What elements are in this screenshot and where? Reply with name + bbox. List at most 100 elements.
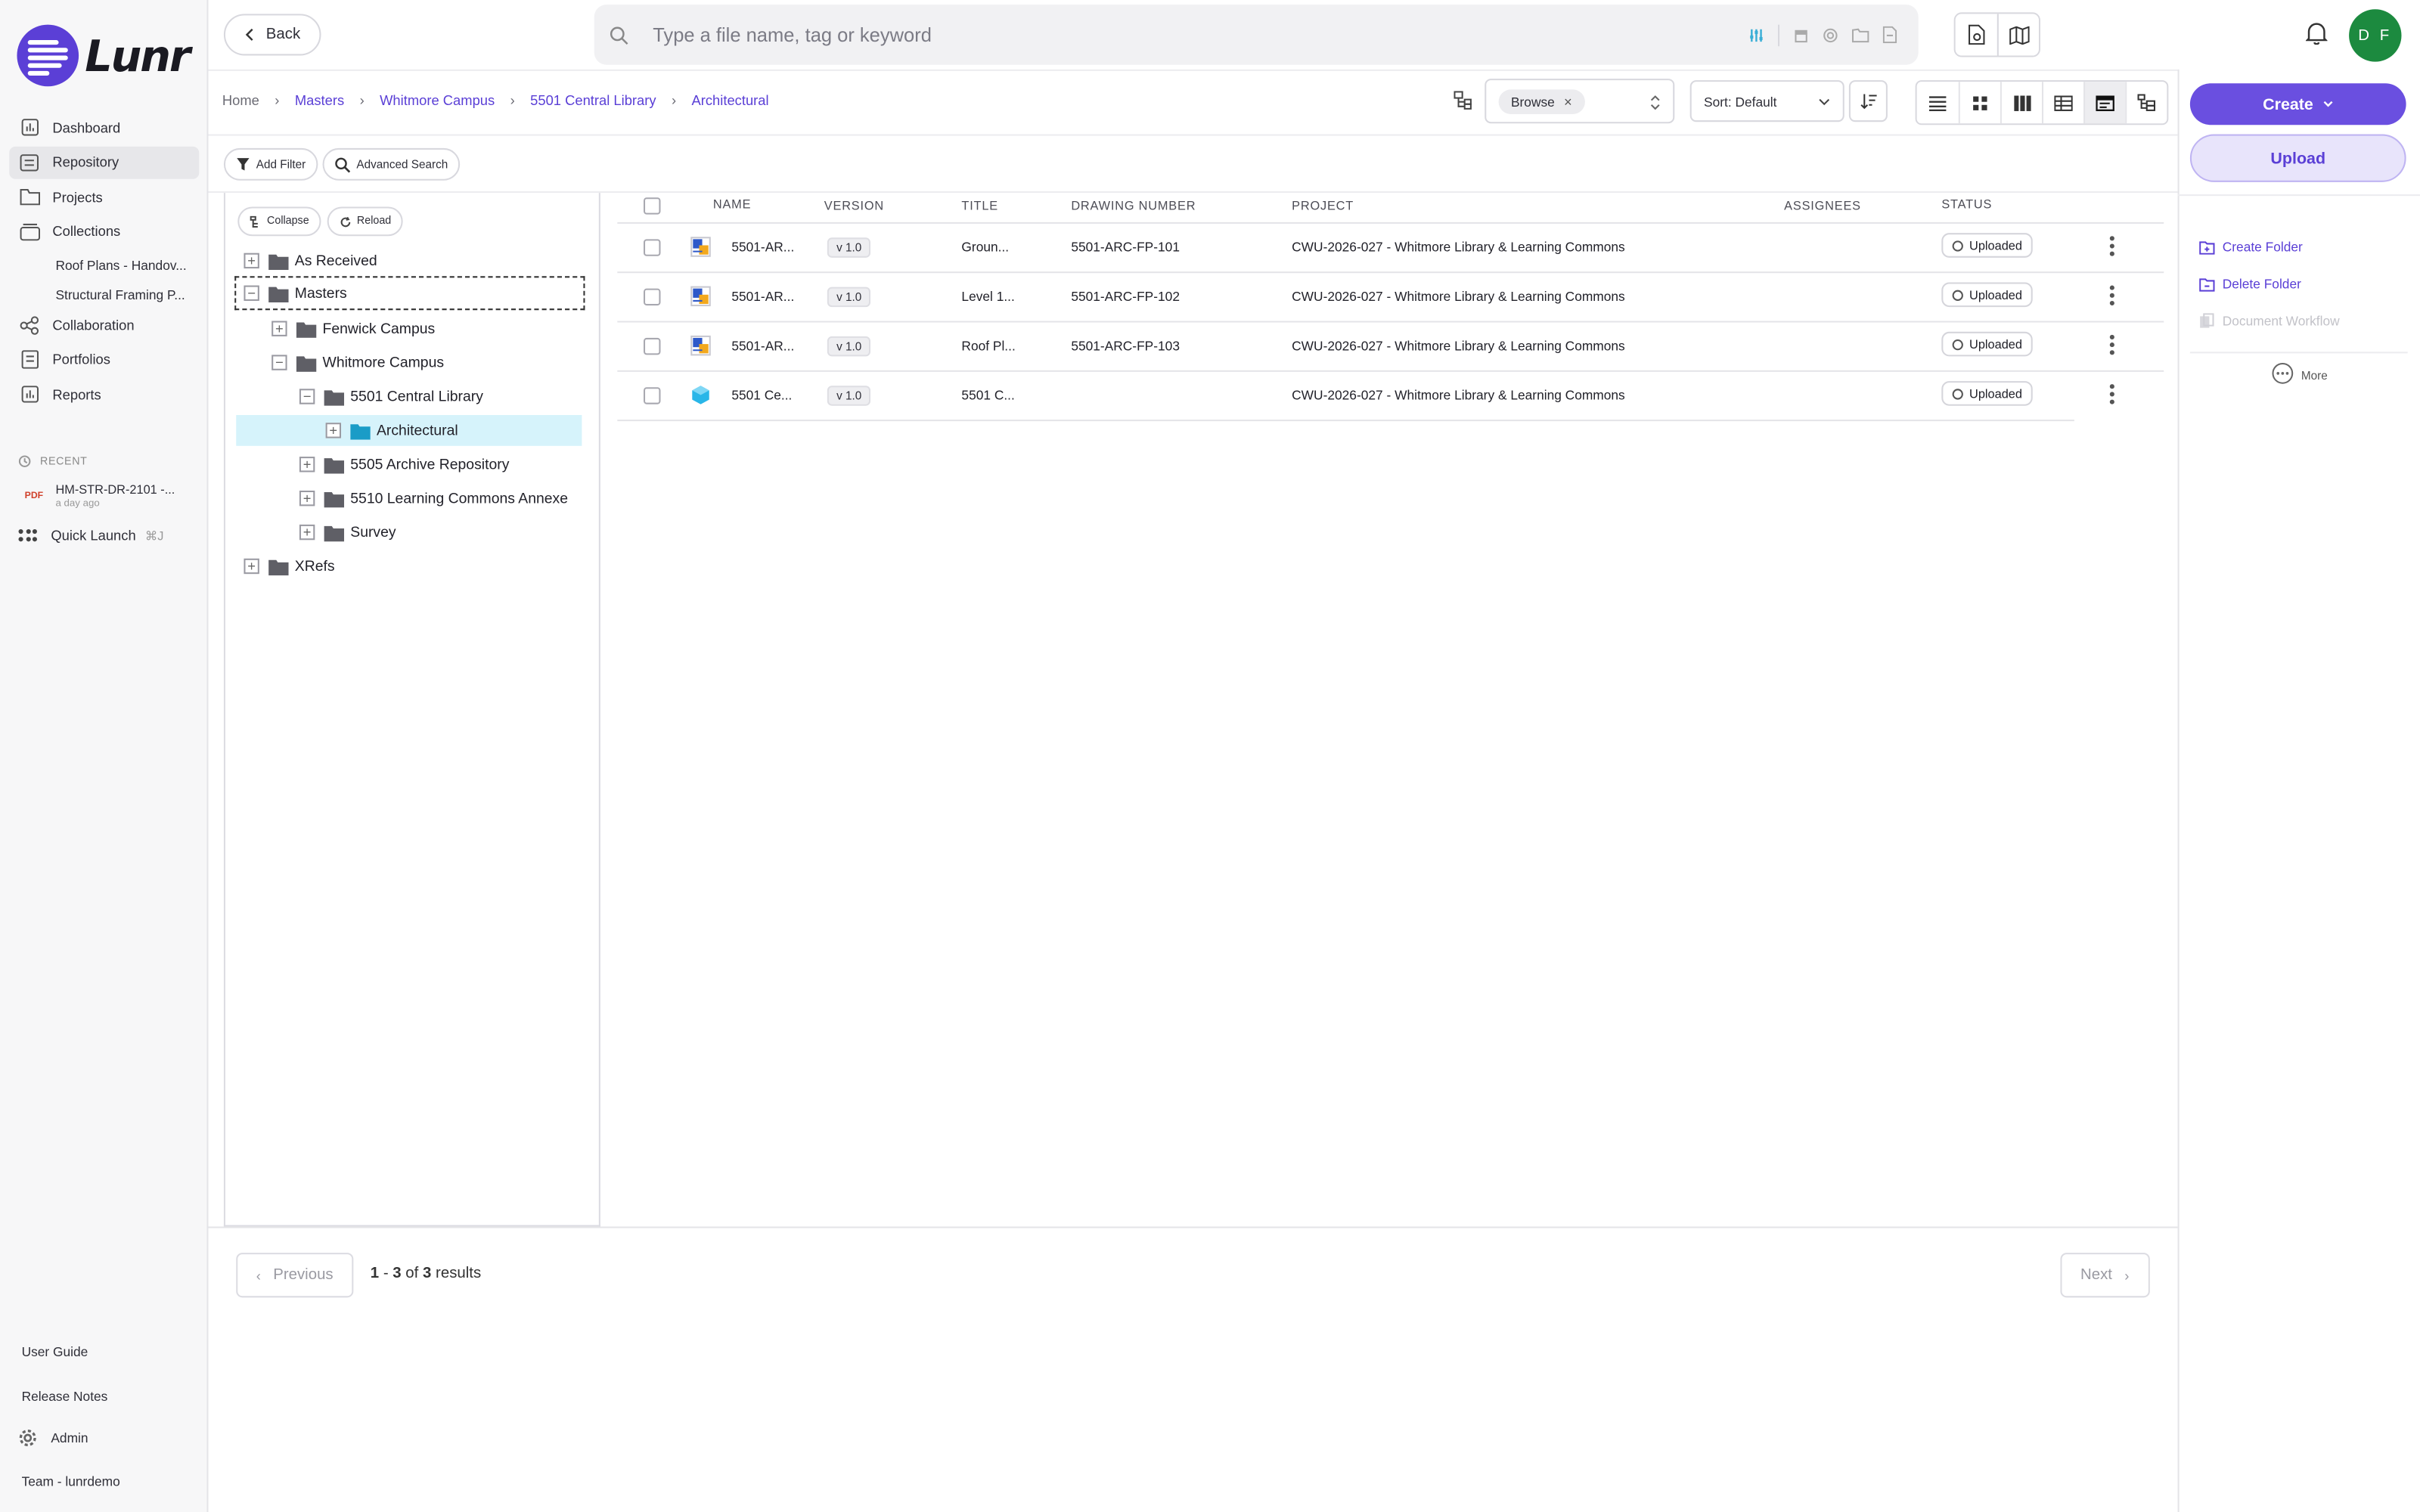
file-name[interactable]: 5501-AR... <box>731 338 794 353</box>
sidebar-item-collections[interactable]: Collections <box>9 215 199 248</box>
collapse-icon[interactable]: − <box>271 355 287 370</box>
file-name[interactable]: 5501 Ce... <box>731 387 792 402</box>
tree-node-whitmore-campus[interactable]: − Whitmore Campus <box>271 347 444 378</box>
quick-launch[interactable]: Quick Launch ⌘J <box>18 528 163 543</box>
collection-item[interactable]: Roof Plans - Handov... <box>9 250 199 280</box>
expand-icon[interactable]: + <box>299 490 315 507</box>
column-header-version[interactable]: VERSION <box>824 199 884 212</box>
admin-link[interactable]: Admin <box>18 1429 88 1447</box>
table-row[interactable]: 5501-AR... v 1.0 Groun... 5501-ARC-FP-10… <box>617 224 2164 274</box>
create-button[interactable]: Create <box>2189 83 2406 125</box>
tree-node-xrefs[interactable]: + XRefs <box>244 551 335 582</box>
row-checkbox[interactable] <box>644 387 661 404</box>
collapse-icon[interactable]: − <box>244 285 259 301</box>
view-detail-button[interactable] <box>2083 82 2126 124</box>
column-header-assignees[interactable]: ASSIGNEES <box>1784 199 1861 212</box>
back-button[interactable]: Back <box>223 14 321 56</box>
sort-select[interactable]: Sort: Default <box>1689 80 1844 122</box>
reload-button[interactable]: Reload <box>327 206 404 237</box>
expand-icon[interactable]: + <box>299 457 315 472</box>
expand-icon[interactable]: + <box>299 524 315 541</box>
view-table-button[interactable] <box>2041 82 2084 124</box>
add-filter-button[interactable]: Add Filter <box>223 147 318 181</box>
select-all-checkbox[interactable] <box>644 197 661 215</box>
more-options-icon[interactable] <box>2109 334 2114 358</box>
tree-node-architectural[interactable]: + Architectural <box>236 414 582 446</box>
search-bar[interactable]: Type a file name, tag or keyword <box>594 5 1919 65</box>
expand-icon[interactable]: + <box>271 321 287 336</box>
expand-icon[interactable]: + <box>244 253 259 269</box>
expand-icon[interactable]: + <box>325 423 342 438</box>
app-logo[interactable]: Lunr <box>17 24 191 87</box>
create-folder-action[interactable]: Create Folder <box>2199 239 2303 255</box>
breadcrumb-home[interactable]: Home <box>222 92 259 107</box>
sidebar-item-reports[interactable]: Reports <box>9 378 199 411</box>
row-checkbox[interactable] <box>644 337 661 355</box>
more-options-icon[interactable] <box>2109 384 2114 407</box>
sidebar-item-collaboration[interactable]: Collaboration <box>9 308 199 341</box>
collapse-icon[interactable]: − <box>299 389 315 404</box>
avatar[interactable]: D F <box>2349 9 2402 62</box>
row-checkbox[interactable] <box>644 239 661 256</box>
sort-direction-button[interactable] <box>1848 80 1888 122</box>
sidebar-item-projects[interactable]: Projects <box>9 181 199 213</box>
document-workflow-action[interactable]: Document Workflow <box>2199 313 2340 329</box>
next-page-button[interactable]: Next › <box>2060 1253 2149 1298</box>
column-header-drawing-number[interactable]: DRAWING NUMBER <box>1071 199 1196 212</box>
tree-node-learning-commons-annexe[interactable]: + 5510 Learning Commons Annexe <box>299 483 568 514</box>
more-options-icon[interactable] <box>2109 236 2114 259</box>
tree-toggle-icon[interactable] <box>1454 91 1472 111</box>
team-selector[interactable]: Team - lunrdemo <box>22 1473 120 1489</box>
target-icon[interactable] <box>1823 27 1838 42</box>
view-columns-button[interactable] <box>2000 82 2042 124</box>
folder-search-icon[interactable] <box>1851 27 1869 42</box>
tree-node-survey[interactable]: + Survey <box>299 517 396 548</box>
document-sync-button[interactable] <box>1955 14 1997 56</box>
view-list-button[interactable] <box>1916 82 1959 124</box>
breadcrumb-central-library[interactable]: 5501 Central Library <box>530 92 656 107</box>
more-options-icon[interactable] <box>2109 285 2114 309</box>
column-header-title[interactable]: TITLE <box>961 199 998 212</box>
sidebar-item-repository[interactable]: Repository <box>9 145 200 178</box>
browse-mode-select[interactable]: Browse × <box>1485 79 1675 124</box>
close-icon[interactable]: × <box>1564 93 1572 108</box>
document-search-icon[interactable] <box>1882 26 1897 44</box>
browse-chip[interactable]: Browse × <box>1498 88 1585 113</box>
tree-node-archive-repository[interactable]: + 5505 Archive Repository <box>299 449 509 480</box>
file-name[interactable]: 5501-AR... <box>731 289 794 304</box>
breadcrumb-whitmore-campus[interactable]: Whitmore Campus <box>380 92 495 107</box>
collapse-button[interactable]: Collapse <box>237 206 321 237</box>
table-row[interactable]: 5501-AR... v 1.0 Roof Pl... 5501-ARC-FP-… <box>617 323 2164 372</box>
filter-sliders-icon[interactable] <box>1748 27 1764 42</box>
column-header-name[interactable]: NAME <box>713 197 751 211</box>
sidebar-item-portfolios[interactable]: Portfolios <box>9 343 199 376</box>
archive-icon[interactable] <box>1793 27 1808 42</box>
view-grid-button[interactable] <box>1958 82 2000 124</box>
collection-item[interactable]: Structural Framing P... <box>9 279 199 308</box>
more-actions-button[interactable]: More <box>2272 362 2328 385</box>
table-row[interactable]: 5501 Ce... v 1.0 5501 C... CWU-2026-027 … <box>617 372 2074 422</box>
tree-node-fenwick-campus[interactable]: + Fenwick Campus <box>271 313 435 344</box>
tree-node-masters[interactable]: − Masters <box>234 276 585 311</box>
bell-icon[interactable] <box>2305 22 2328 45</box>
recent-file-item[interactable]: PDF HM-STR-DR-2101 -... a day ago <box>25 483 175 510</box>
table-row[interactable]: 5501-AR... v 1.0 Level 1... 5501-ARC-FP-… <box>617 273 2164 323</box>
sidebar-item-dashboard[interactable]: Dashboard <box>9 111 199 144</box>
breadcrumb-masters[interactable]: Masters <box>295 92 344 107</box>
column-header-project[interactable]: PROJECT <box>1292 199 1354 212</box>
search-input[interactable]: Type a file name, tag or keyword <box>653 24 1748 46</box>
release-notes-link[interactable]: Release Notes <box>22 1389 108 1404</box>
previous-page-button[interactable]: ‹ Previous <box>236 1253 354 1298</box>
map-button[interactable] <box>1996 14 2039 56</box>
delete-folder-action[interactable]: Delete Folder <box>2199 276 2301 292</box>
tree-node-as-received[interactable]: + As Received <box>244 245 377 276</box>
file-name[interactable]: 5501-AR... <box>731 239 794 254</box>
row-checkbox[interactable] <box>644 288 661 306</box>
expand-icon[interactable]: + <box>244 558 259 575</box>
upload-button[interactable]: Upload <box>2189 134 2406 182</box>
column-header-status[interactable]: STATUS <box>1941 197 1992 211</box>
breadcrumb-architectural[interactable]: Architectural <box>692 92 769 107</box>
user-guide-link[interactable]: User Guide <box>22 1344 88 1359</box>
view-tree-button[interactable] <box>2125 82 2167 124</box>
advanced-search-button[interactable]: Advanced Search <box>322 147 461 181</box>
